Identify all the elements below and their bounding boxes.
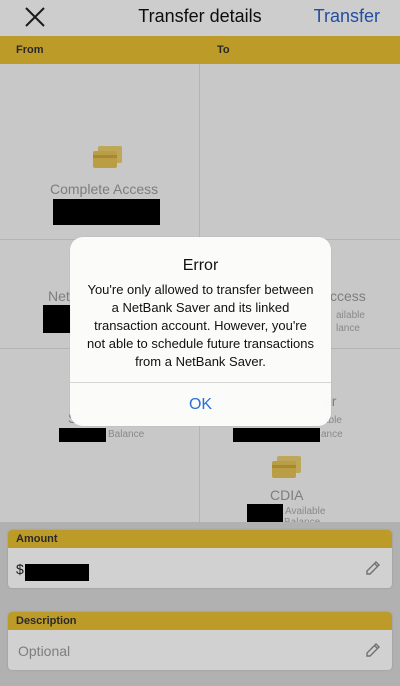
alert-title: Error (182, 257, 219, 274)
ok-button[interactable]: OK (70, 383, 331, 426)
error-alert: Error You're only allowed to transfer be… (70, 237, 331, 426)
alert-message: You're only allowed to transfer between … (87, 282, 314, 369)
